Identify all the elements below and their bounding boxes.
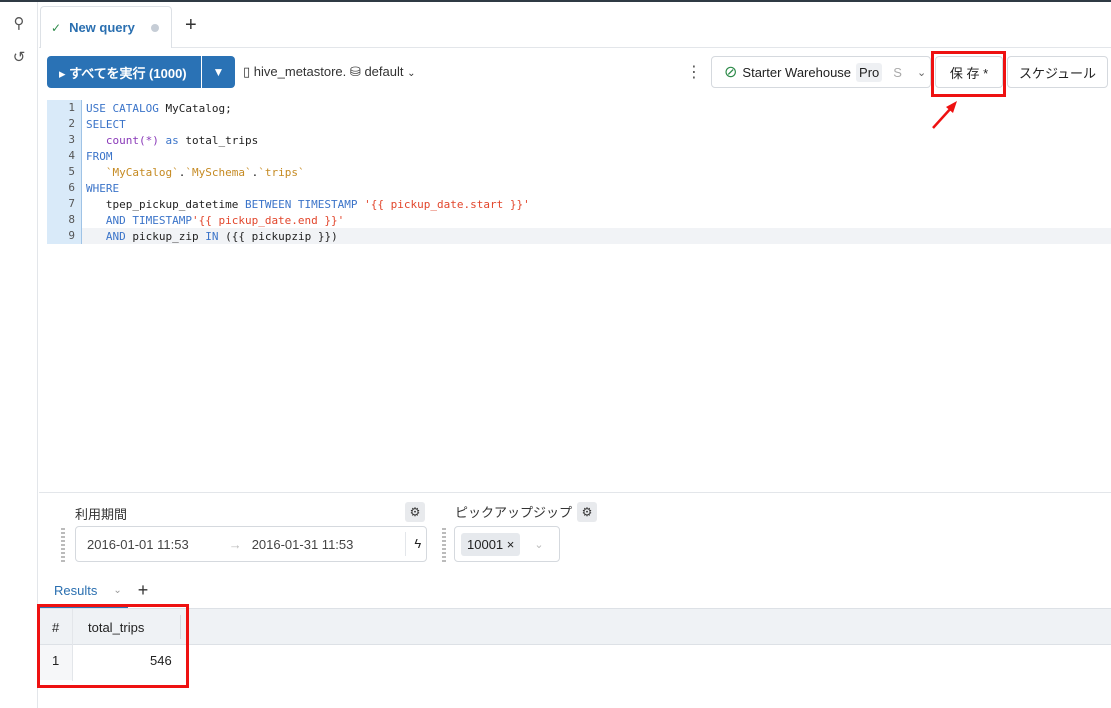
warehouse-size: S [893,64,902,80]
lightning-icon[interactable]: ϟ [405,532,421,556]
parameters-panel: 利用期間 ⚙ 2016-01-01 11:53 → 2016-01-31 11:… [39,492,1111,572]
zip-value: 10001 [467,536,504,552]
code-token: BETWEEN TIMESTAMP [244,197,365,211]
run-all-button[interactable]: ▸ すべてを実行 (1000) ▼ [47,56,235,88]
code-token: SELECT [86,117,126,131]
run-all-label[interactable]: ▸ すべてを実行 (1000) [47,56,202,88]
check-circle-icon: ✓ [51,20,62,35]
close-icon[interactable]: × [507,537,515,552]
catalog-selector[interactable]: ▯ hive_metastore. ⛁ default ⌄ [243,64,416,80]
highlight-box-results [37,604,189,688]
tab-bar: ✓ New query + [39,2,1111,48]
more-options-icon[interactable]: ⋮ [686,62,702,82]
shapes-icon[interactable]: ⚲ [9,14,29,34]
code-token: `MyCatalog` [105,165,179,179]
line-number: 2 [47,116,82,132]
gear-icon[interactable]: ⚙ [405,502,425,522]
code-token: count(*) [105,133,159,147]
code-line[interactable]: 7 tpep_pickup_datetime BETWEEN TIMESTAMP… [47,196,1111,212]
code-line[interactable]: 4 FROM [47,148,1111,164]
tab-label: New query [69,20,135,35]
date-range-input[interactable]: 2016-01-01 11:53 → 2016-01-31 11:53 ϟ [75,526,427,562]
arrow-right-icon: → [228,536,242,552]
code-token: '{{ pickup_date.end }}' [191,213,345,227]
line-number: 6 [47,180,82,196]
drag-handle[interactable] [442,528,446,562]
code-token: IN [205,229,226,243]
sidebar: ⚲ ↺ [0,2,38,708]
warehouse-tier: Pro [856,62,883,82]
unsaved-dot-icon [150,23,159,32]
highlight-box-save [931,51,1006,97]
code-token: FROM [86,149,113,163]
chevron-down-icon: ⌄ [916,66,927,79]
code-token: pickup_zip [132,229,206,243]
catalog-name: hive_metastore. [253,64,347,79]
code-line[interactable]: 8 AND TIMESTAMP'{{ pickup_date.end }}' [47,212,1111,228]
chevron-down-icon: ⌄ [407,68,416,79]
code-token: total_trips [185,133,259,147]
add-visualization-button[interactable]: + [138,580,149,601]
history-icon[interactable]: ↺ [9,48,29,68]
code-token: AND [105,229,133,243]
code-token: ({{ pickupzip }}) [225,229,338,243]
line-number: 8 [47,212,82,228]
line-number: 1 [47,100,82,116]
code-token: as [158,133,186,147]
code-line[interactable]: 9 AND pickup_zip IN ({{ pickupzip }}) [47,228,1111,244]
line-number: 3 [47,132,82,148]
check-circle-icon: ⊘ [724,64,738,81]
schedule-button[interactable]: スケジュール [1007,56,1108,88]
code-token: `trips` [258,165,305,179]
add-tab-button[interactable]: + [185,14,197,37]
line-number: 7 [47,196,82,212]
date-start[interactable]: 2016-01-01 11:53 [87,537,189,552]
code-line[interactable]: 5 `MyCatalog`.`MySchema`.`trips` [47,164,1111,180]
code-token: USE CATALOG [86,101,166,115]
code-line[interactable]: 6 WHERE [47,180,1111,196]
code-token: AND TIMESTAMP [105,213,192,227]
line-number: 9 [47,228,82,244]
warehouse-selector[interactable]: ⊘ Starter Warehouse Pro S ⌄ [711,56,931,88]
code-line[interactable]: 3 count(*) as total_trips [47,132,1111,148]
code-token: MyCatalog; [165,101,232,115]
line-number: 4 [47,148,82,164]
drag-handle[interactable] [61,528,65,562]
book-icon: ▯ [243,64,251,79]
code-token: `MySchema` [185,165,252,179]
zip-chip[interactable]: 10001 × [461,532,521,556]
gear-icon[interactable]: ⚙ [577,502,597,522]
code-line[interactable]: 2 SELECT [47,116,1111,132]
chevron-down-icon[interactable]: ⌄ [534,538,543,551]
date-end[interactable]: 2016-01-31 11:53 [252,537,354,552]
code-token: '{{ pickup_date.start }}' [364,197,530,211]
code-token: tpep_pickup_datetime [86,197,245,211]
warehouse-name: Starter Warehouse [742,64,852,80]
results-table-header: # total_trips [39,608,1111,681]
code-line[interactable]: 1 USE CATALOG MyCatalog; [47,100,1111,116]
tab-results[interactable]: Results [54,583,97,598]
line-number: 5 [47,164,82,180]
code-token: WHERE [86,181,120,195]
schema-name: default [364,64,404,79]
chevron-down-icon[interactable]: ⌄ [113,585,121,596]
chevron-down-icon[interactable]: ▼ [202,65,235,79]
date-param-label: 利用期間 [75,507,128,522]
zip-param-label: ピックアップジップ [455,505,573,520]
database-icon: ⛁ [349,64,361,79]
tab-new-query[interactable]: ✓ New query [40,6,172,48]
zip-select[interactable]: 10001 × ⌄ [454,526,560,562]
sql-editor[interactable]: 1 USE CATALOG MyCatalog; 2 SELECT 3 count(*)… [47,100,1111,244]
